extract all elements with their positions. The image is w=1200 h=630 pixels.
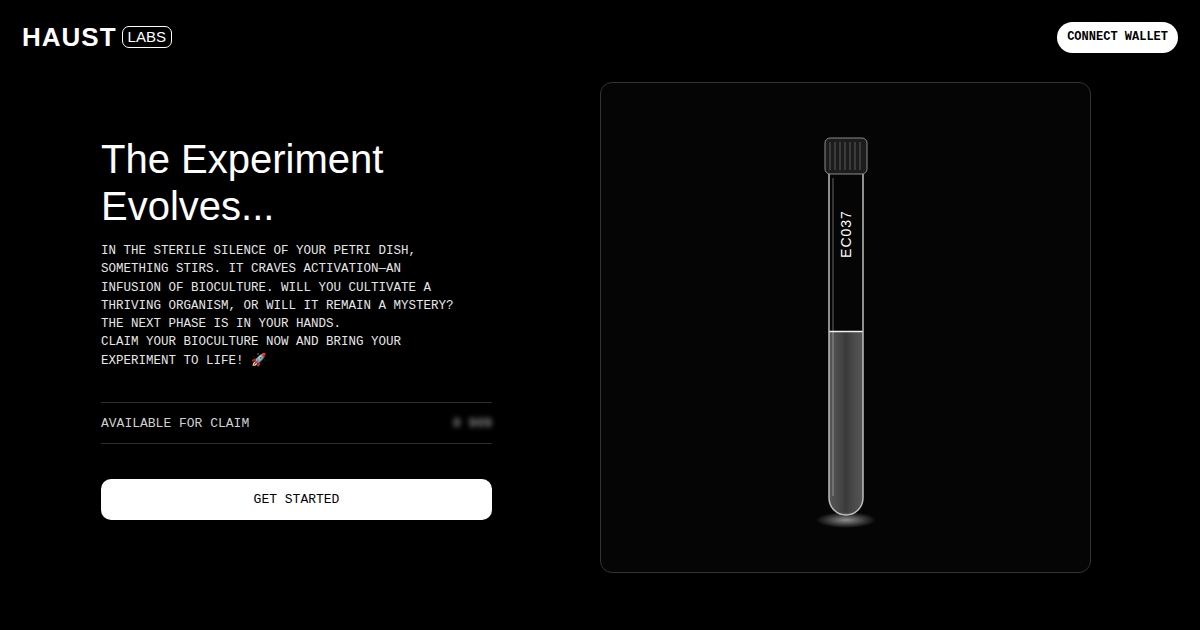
description-line: THE NEXT PHASE IS IN YOUR HANDS.	[101, 315, 492, 333]
specimen-card: EC037	[600, 82, 1091, 573]
logo[interactable]: HAUSTLABS	[22, 24, 172, 50]
page: HAUSTLABS CONNECT WALLET The ExperimentEvo…	[0, 0, 1200, 630]
hero-content: The ExperimentEvolves... IN THE STERILE S…	[101, 82, 492, 573]
hero-title: The ExperimentEvolves...	[101, 136, 492, 230]
claim-label: AVAILABLE FOR CLAIM	[101, 416, 249, 431]
claim-value: 0 909	[453, 416, 492, 431]
description-line: CLAIM YOUR BIOCULTURE NOW AND BRING YOUR	[101, 333, 492, 351]
top-bar: HAUSTLABS CONNECT WALLET	[0, 0, 1200, 53]
get-started-button[interactable]: GET STARTED	[101, 479, 492, 520]
description-line: IN THE STERILE SILENCE OF YOUR PETRI DIS…	[101, 242, 492, 260]
logo-name: HAUST	[22, 24, 117, 50]
test-tube-icon: EC037	[806, 136, 886, 536]
logo-badge: LABS	[122, 26, 172, 49]
hero-title-line: The Experiment	[101, 136, 492, 183]
description-line: INFUSION OF BIOCULTURE. WILL YOU CULTIVA…	[101, 279, 492, 297]
description-line: SOMETHING STIRS. IT CRAVES ACTIVATION—AN	[101, 260, 492, 278]
connect-wallet-button[interactable]: CONNECT WALLET	[1057, 22, 1178, 53]
claim-row: AVAILABLE FOR CLAIM 0 909	[101, 402, 492, 444]
hero: The ExperimentEvolves... IN THE STERILE S…	[0, 53, 1200, 573]
hero-description: IN THE STERILE SILENCE OF YOUR PETRI DIS…	[101, 242, 492, 370]
specimen-label: EC037	[838, 210, 854, 258]
description-line: THRIVING ORGANISM, OR WILL IT REMAIN A M…	[101, 297, 492, 315]
hero-title-line: Evolves...	[101, 183, 492, 230]
description-line: EXPERIMENT TO LIFE! 🚀	[101, 352, 492, 370]
